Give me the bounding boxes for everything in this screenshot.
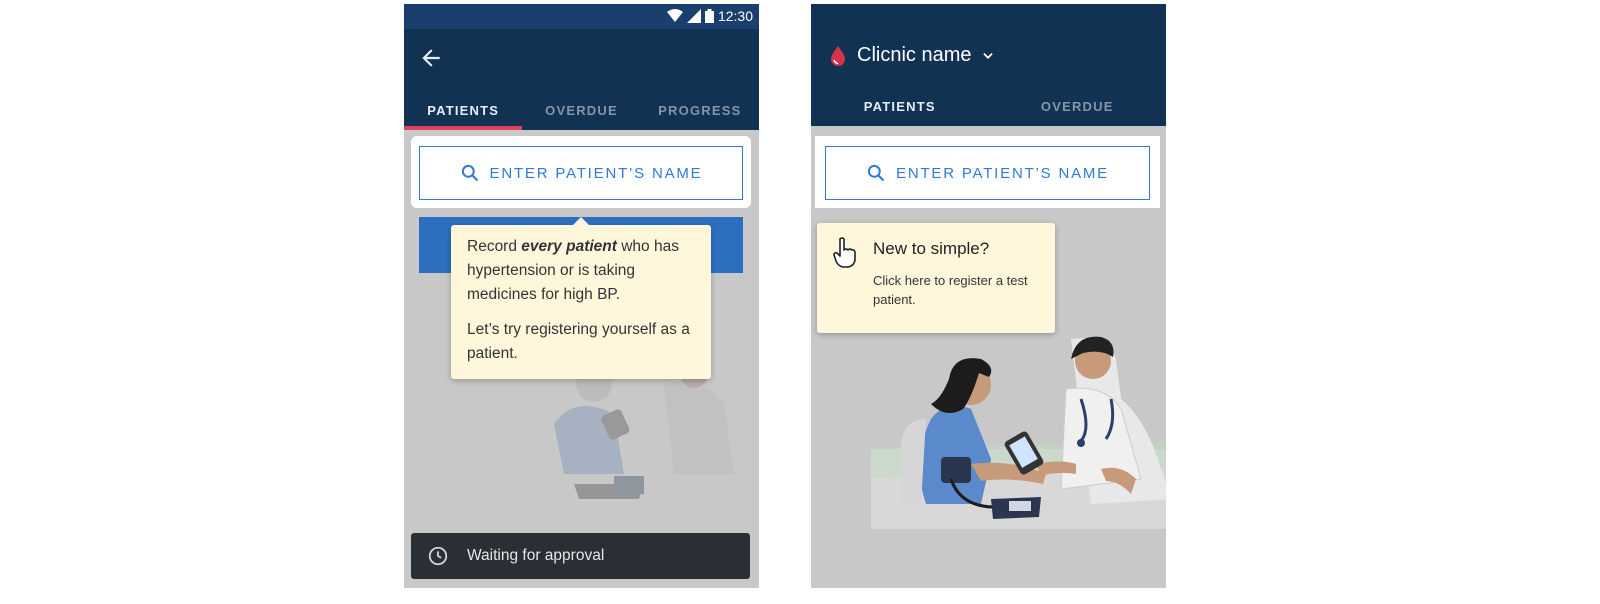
tab-bar: PATIENTS OVERDUE PROGRESS <box>404 90 759 130</box>
battery-icon <box>704 9 714 23</box>
wifi-icon <box>666 9 683 22</box>
status-bar: 12:30 <box>404 4 759 29</box>
approval-snackbar: Waiting for approval <box>411 533 750 579</box>
app-bar: Clicnic name PATIENTS OVERDUE <box>811 4 1166 126</box>
status-time: 12:30 <box>717 8 753 24</box>
tooltip-title: New to simple? <box>873 239 990 258</box>
blood-drop-icon <box>831 45 845 66</box>
tab-bar: PATIENTS OVERDUE <box>811 86 1166 126</box>
search-highlight-card: ENTER PATIENT’S NAME <box>411 136 751 208</box>
search-icon <box>867 164 885 182</box>
search-patient-button[interactable]: ENTER PATIENT’S NAME <box>825 146 1150 200</box>
search-icon <box>461 164 478 182</box>
new-user-tooltip[interactable]: New to simple? Click here to register a … <box>817 223 1055 333</box>
search-highlight-card: ENTER PATIENT’S NAME <box>815 136 1160 208</box>
tooltip-text-secondary: Let’s try registering yourself as a pati… <box>467 321 690 362</box>
tab-patients[interactable]: PATIENTS <box>404 90 523 130</box>
back-arrow-icon[interactable] <box>418 45 444 71</box>
snackbar-text: Waiting for approval <box>467 547 605 564</box>
doctor-patient-illustration <box>871 336 1166 529</box>
tooltip-body: Click here to register a test patient. <box>873 273 1028 307</box>
tooltip-text-primary: Record every patient who has hypertensio… <box>467 238 679 303</box>
clinic-selector[interactable]: Clicnic name <box>829 44 995 67</box>
search-patient-button[interactable]: ENTER PATIENT’S NAME <box>419 146 743 200</box>
clock-icon <box>428 546 448 566</box>
phone-screen-onboarding: 12:30 PATIENTS OVERDUE PROGRESS ENTER PA… <box>404 4 759 588</box>
tab-progress[interactable]: PROGRESS <box>641 90 759 130</box>
tab-overdue[interactable]: OVERDUE <box>989 86 1167 126</box>
tab-overdue[interactable]: OVERDUE <box>522 90 640 130</box>
pointing-hand-icon <box>833 237 856 268</box>
app-bar: PATIENTS OVERDUE PROGRESS <box>404 29 759 130</box>
cell-signal-icon <box>686 9 701 23</box>
chevron-down-icon <box>983 52 994 59</box>
clinic-name: Clicnic name <box>857 44 972 66</box>
doctor-patient-illustration <box>554 364 734 499</box>
tab-patients[interactable]: PATIENTS <box>811 86 989 126</box>
search-button-label: ENTER PATIENT’S NAME <box>896 164 1109 182</box>
search-button-label: ENTER PATIENT’S NAME <box>489 164 703 182</box>
onboarding-tooltip: Record every patient who has hypertensio… <box>451 217 711 379</box>
phone-screen-home: Clicnic name PATIENTS OVERDUE ENTER PATI… <box>811 4 1166 588</box>
